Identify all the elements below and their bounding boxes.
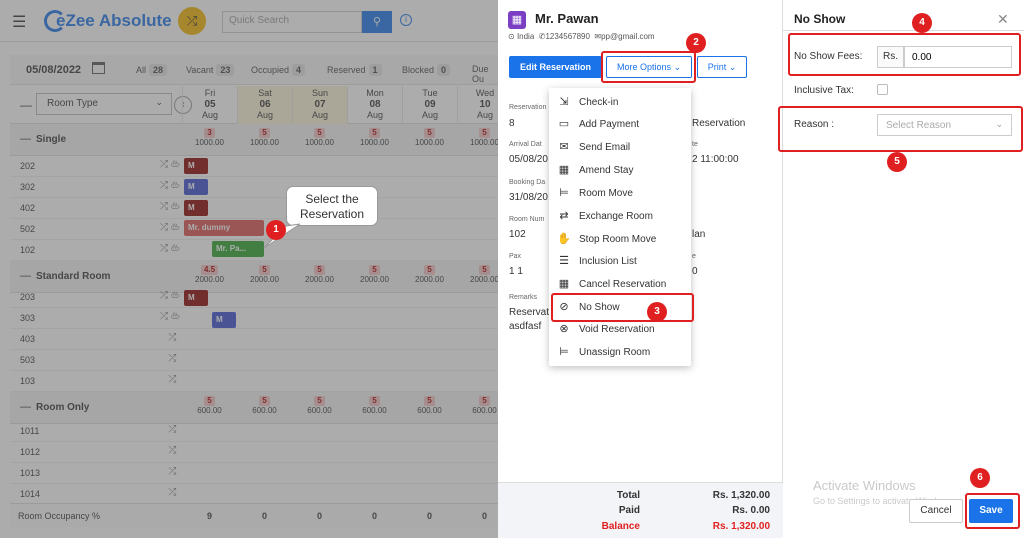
guest-meta: ⊙ India ✆1234567890 ✉pp@gmail.com	[508, 32, 655, 41]
more-options-menu: ⇲ Check-in ▭ Add Payment ✉ Send Email ▦ Amen…	[549, 88, 691, 366]
highlight-no-show	[551, 293, 694, 322]
cancel-calendar-icon: ▦	[558, 278, 570, 290]
check-in-icon: ⇲	[559, 96, 569, 108]
step-badge-6: 6	[970, 468, 990, 488]
step-badge-2: 2	[686, 33, 706, 53]
step-badge-4: 4	[912, 13, 932, 33]
highlight-reason	[778, 106, 1023, 152]
menu-item-inclusion-list[interactable]: ☰ Inclusion List	[549, 250, 691, 272]
email-icon: ✉	[559, 141, 569, 153]
activate-windows-watermark: Activate Windows	[813, 478, 916, 493]
bed-icon: ⊨	[559, 187, 569, 199]
unassign-icon: ⊨	[559, 346, 569, 358]
void-icon: ⊗	[559, 323, 569, 335]
divider	[783, 30, 1024, 31]
menu-item-stop-room-move[interactable]: ✋ Stop Room Move	[549, 228, 691, 250]
menu-item-send-email[interactable]: ✉ Send Email	[549, 136, 691, 158]
calendar-app: ☰ eZee Absolute ⤮ Quick Search ⚲ i 05/08…	[0, 0, 498, 538]
menu-item-amend-stay[interactable]: ▦ Amend Stay	[549, 159, 691, 181]
location-icon: ⊙	[508, 32, 515, 41]
menu-item-add-payment[interactable]: ▭ Add Payment	[549, 113, 691, 135]
payment-icon: ▭	[558, 118, 570, 130]
total-amount: Rs. 1,320.00	[712, 490, 770, 501]
menu-item-unassign-room[interactable]: ⊨ Unassign Room	[549, 341, 691, 363]
step-badge-1: 1	[266, 220, 286, 240]
highlight-save	[965, 493, 1020, 529]
guest-icon: ▦	[508, 11, 526, 29]
panel-title: No Show	[794, 12, 846, 26]
close-icon[interactable]: ✕	[997, 11, 1009, 28]
inclusive-tax-label: Inclusive Tax:	[794, 85, 854, 96]
step-badge-3: 3	[647, 302, 667, 322]
guest-name: Mr. Pawan	[535, 11, 599, 26]
highlight-more-options	[601, 51, 696, 83]
list-icon: ☰	[559, 255, 569, 267]
chevron-down-icon: ⌄	[728, 62, 737, 72]
cancel-button[interactable]: Cancel	[909, 499, 963, 523]
no-show-panel: No Show ✕ No Show Fees: Rs. Inclusive Ta…	[783, 0, 1024, 538]
menu-item-check-in[interactable]: ⇲ Check-in	[549, 91, 691, 113]
edit-reservation-button[interactable]: Edit Reservation	[509, 56, 602, 78]
menu-item-room-move[interactable]: ⊨ Room Move	[549, 182, 691, 204]
modal-backdrop[interactable]	[0, 0, 498, 538]
menu-item-exchange-room[interactable]: ⇄ Exchange Room	[549, 205, 691, 227]
step-badge-5: 5	[887, 152, 907, 172]
hand-icon: ✋	[557, 233, 571, 245]
totals-footer: Total Rs. 1,320.00 Paid Rs. 0.00 Balance…	[498, 482, 783, 538]
paid-amount: Rs. 0.00	[732, 505, 770, 516]
pax-value: 1 1	[509, 266, 523, 277]
select-reservation-callout: Select the Reservation	[286, 186, 378, 226]
print-button[interactable]: Print ⌄	[697, 56, 747, 78]
menu-item-cancel-reservation[interactable]: ▦ Cancel Reservation	[549, 273, 691, 295]
highlight-no-show-fees	[788, 33, 1021, 76]
calendar-icon: ▦	[558, 164, 570, 176]
balance-amount: Rs. 1,320.00	[712, 521, 770, 532]
inclusive-tax-checkbox[interactable]	[877, 84, 888, 95]
exchange-icon: ⇄	[559, 210, 569, 222]
